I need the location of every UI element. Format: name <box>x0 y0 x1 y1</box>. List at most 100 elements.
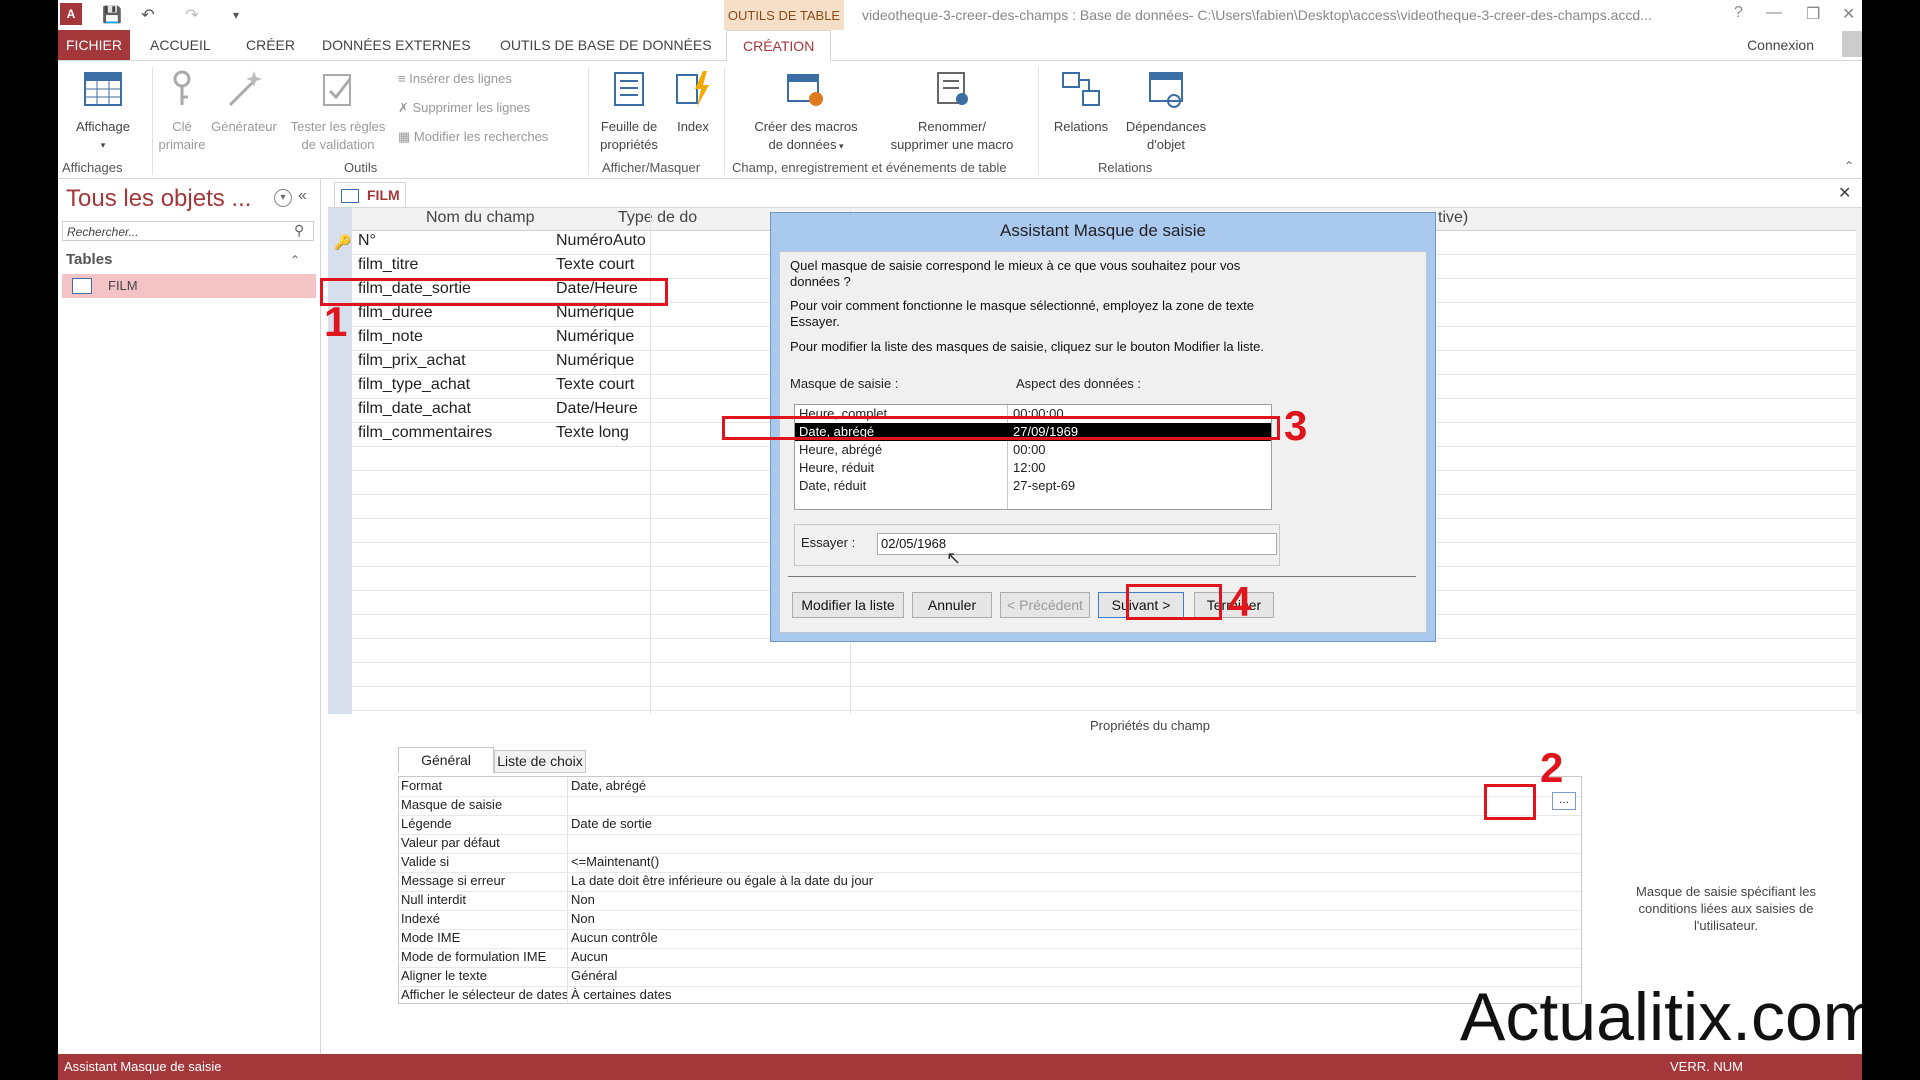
property-value[interactable]: La date doit être inférieure ou égale à … <box>571 872 873 890</box>
field-name[interactable]: film_titre <box>358 256 418 274</box>
property-value[interactable]: À certaines dates <box>571 986 671 1004</box>
list-item[interactable]: Heure, abrégé 00:00 <box>795 441 1271 459</box>
nav-title[interactable]: Tous les objets ... <box>66 185 251 213</box>
field-name[interactable]: film_commentaires <box>358 424 492 442</box>
close-button[interactable]: ✕ <box>1842 4 1855 24</box>
property-value[interactable]: Aucun <box>571 948 608 966</box>
field-name[interactable]: film_date_achat <box>358 400 471 418</box>
customize-toolbar-icon[interactable]: ▾ <box>224 3 248 27</box>
property-row[interactable]: Aligner le texte Général <box>399 967 1581 987</box>
tab-general[interactable]: Général <box>398 747 494 773</box>
nav-search-input[interactable]: Rechercher... <box>62 221 314 241</box>
save-icon[interactable]: 💾 <box>100 3 124 27</box>
field-type[interactable]: Texte court <box>556 256 634 274</box>
property-value[interactable]: Date de sortie <box>571 815 652 833</box>
property-row[interactable]: Valide si <=Maintenant() <box>399 853 1581 873</box>
property-value[interactable]: Aucun contrôle <box>571 929 658 947</box>
property-row[interactable]: Masque de saisie <box>399 796 1581 816</box>
table-row-empty[interactable] <box>352 662 1858 687</box>
supprimer-lignes-button[interactable]: ✗ Supprimer les lignes <box>398 100 530 116</box>
tab-accueil[interactable]: ACCUEIL <box>142 30 219 60</box>
property-value[interactable]: Général <box>571 967 617 985</box>
field-name[interactable]: film_prix_achat <box>358 352 466 370</box>
modifier-recherches-button[interactable]: ▦ Modifier les recherches <box>398 129 548 145</box>
property-help-text: Masque de saisie spécifiant les conditio… <box>1636 884 1816 933</box>
collapse-ribbon-icon[interactable]: ⌃ <box>1844 159 1854 173</box>
generateur-label: Générateur <box>211 119 277 134</box>
property-value[interactable]: Non <box>571 910 595 928</box>
insert-rows-icon: ≡ <box>398 71 410 86</box>
document-tab-film[interactable]: FILM <box>334 182 406 207</box>
property-row[interactable]: Indexé Non <box>399 910 1581 930</box>
tab-donnees-externes[interactable]: DONNÉES EXTERNES <box>314 30 479 60</box>
field-name[interactable]: N° <box>358 232 376 250</box>
annuler-button[interactable]: Annuler <box>912 592 992 618</box>
redo-icon[interactable]: ↷ <box>180 3 204 27</box>
property-value[interactable]: Date, abrégé <box>571 777 646 795</box>
field-type[interactable]: Numérique <box>556 352 634 370</box>
renommer-macro-button[interactable]: Renommer/ supprimer une macro <box>872 69 1032 154</box>
supprimer-lignes-label: Supprimer les lignes <box>412 100 531 115</box>
field-type[interactable]: Texte long <box>556 424 629 442</box>
property-row[interactable]: Null interdit Non <box>399 891 1581 911</box>
essayer-input[interactable]: 02/05/1968 <box>877 533 1277 555</box>
field-name[interactable]: film_type_achat <box>358 376 470 394</box>
tester-regles-button[interactable]: Tester les règles de validation <box>282 69 394 154</box>
close-document-icon[interactable]: ✕ <box>1838 183 1851 203</box>
collapse-nav-icon[interactable]: « <box>298 187 307 205</box>
property-sheet-icon <box>614 72 644 106</box>
table-row-empty[interactable] <box>352 686 1858 711</box>
property-row[interactable]: Format Date, abrégé <box>399 777 1581 797</box>
tab-fichier[interactable]: FICHIER <box>58 30 130 60</box>
property-row[interactable]: Mode IME Aucun contrôle <box>399 929 1581 949</box>
search-icon[interactable]: ⚲ <box>294 222 304 239</box>
tab-creation[interactable]: CRÉATION <box>726 30 832 62</box>
property-value[interactable]: Non <box>571 891 595 909</box>
user-avatar[interactable] <box>1842 31 1862 57</box>
property-row[interactable]: Légende Date de sortie <box>399 815 1581 835</box>
index-button[interactable]: Index <box>668 69 718 136</box>
input-mask-builder-button[interactable]: ... <box>1552 792 1576 810</box>
nav-section-tables[interactable]: Tables <box>66 251 112 268</box>
property-label: Valeur par défaut <box>401 835 500 850</box>
property-row[interactable]: Message si erreur La date doit être infér… <box>399 872 1581 892</box>
list-item[interactable]: Heure, réduit 12:00 <box>795 459 1271 477</box>
grid-vertical-scrollbar[interactable] <box>1856 208 1862 714</box>
relations-button[interactable]: Relations <box>1044 69 1118 136</box>
affichage-button[interactable]: Affichage ▾ <box>62 69 144 154</box>
undo-icon[interactable]: ↶ <box>136 3 160 27</box>
connexion-link[interactable]: Connexion <box>1747 37 1814 53</box>
nav-dropdown-icon[interactable]: ▾ <box>274 189 292 207</box>
field-type[interactable]: Numérique <box>556 304 634 322</box>
field-name[interactable]: film_note <box>358 328 423 346</box>
column-header-description: tive) <box>1438 209 1469 226</box>
field-type[interactable]: Numérique <box>556 328 634 346</box>
property-value[interactable]: <=Maintenant() <box>571 853 659 871</box>
creer-macros-button[interactable]: Créer des macros de données ▾ <box>740 69 872 155</box>
dependances-objet-button[interactable]: Dépendances d'objet <box>1118 69 1214 154</box>
property-row[interactable]: Afficher le sélecteur de dates À certaine… <box>399 986 1581 1005</box>
tab-liste-de-choix[interactable]: Liste de choix <box>494 750 586 773</box>
precedent-button[interactable]: < Précédent <box>1000 592 1090 618</box>
field-type[interactable]: Date/Heure <box>556 400 638 418</box>
property-row[interactable]: Valeur par défaut <box>399 834 1581 854</box>
restore-button[interactable]: ❐ <box>1806 4 1820 24</box>
tab-creer[interactable]: CRÉER <box>238 30 303 60</box>
property-row[interactable]: Mode de formulation IME Aucun <box>399 948 1581 968</box>
help-button[interactable]: ? <box>1734 4 1743 22</box>
field-type[interactable]: NuméroAuto <box>556 232 646 250</box>
generateur-button[interactable]: Générateur <box>202 69 286 136</box>
nav-item-film[interactable]: FILM <box>62 274 316 298</box>
field-name[interactable]: film_duree <box>358 304 433 322</box>
ribbon-tabs: FICHIER ACCUEIL CRÉER DONNÉES EXTERNES O… <box>58 30 1862 62</box>
list-item[interactable]: Date, réduit 27-sept-69 <box>795 477 1271 495</box>
inserer-lignes-button[interactable]: ≡ Insérer des lignes <box>398 71 512 86</box>
field-properties-title: Propriétés du champ <box>1090 718 1210 733</box>
minimize-button[interactable]: — <box>1766 4 1782 22</box>
modifier-la-liste-button[interactable]: Modifier la liste <box>792 592 904 618</box>
feuille-proprietes-button[interactable]: Feuille de propriétés <box>594 69 664 154</box>
collapse-section-icon[interactable]: ⌃ <box>290 253 300 267</box>
tab-outils-base-de-donnees[interactable]: OUTILS DE BASE DE DONNÉES <box>492 30 720 60</box>
dialog-question: Quel masque de saisie correspond le mieu… <box>790 258 1241 289</box>
field-type[interactable]: Texte court <box>556 376 634 394</box>
